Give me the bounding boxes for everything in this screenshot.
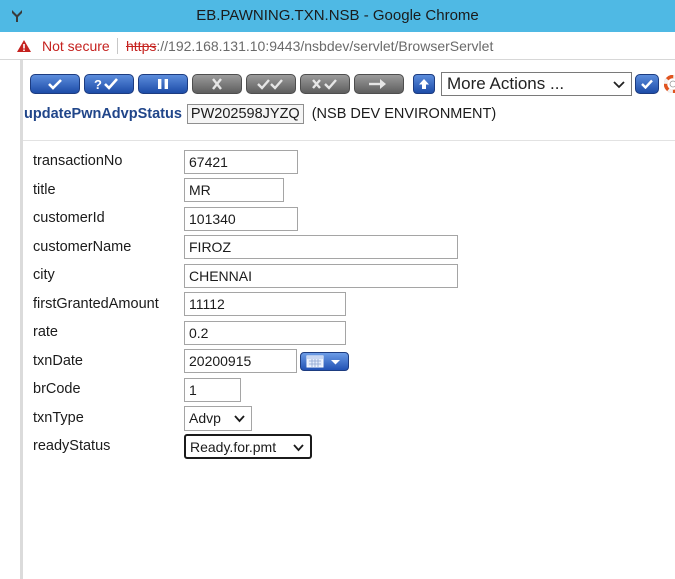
address-bar[interactable]: Not secure https://192.168.131.10:9443/n… (0, 32, 675, 60)
field-label-firstGrantedAmount: firstGrantedAmount (33, 296, 159, 312)
field-label-txnDate: txnDate (33, 353, 83, 369)
field-label-rate: rate (33, 324, 58, 340)
hold-button[interactable] (138, 74, 188, 94)
title-input[interactable]: MR (184, 178, 284, 202)
chevron-down-icon (293, 444, 304, 452)
customerName-input[interactable]: FIROZ (184, 235, 458, 259)
security-label[interactable]: Not secure (42, 38, 110, 54)
field-label-city: city (33, 267, 55, 283)
check-icon (641, 79, 653, 89)
more-actions-select[interactable]: More Actions ... (441, 72, 632, 96)
url-scheme: https (126, 38, 157, 54)
header-divider (23, 140, 675, 141)
field-label-brCode: brCode (33, 381, 81, 397)
arrow-right-icon (369, 79, 386, 89)
record-id: PW202598JYZQ (186, 104, 304, 124)
environment-label: (NSB DEV ENVIRONMENT) (311, 106, 497, 122)
commit-button[interactable] (30, 74, 80, 94)
field-label-customerName: customerName (33, 239, 132, 255)
run-action-button[interactable] (635, 74, 659, 94)
next-button[interactable] (354, 74, 404, 94)
field-label-readyStatus: readyStatus (33, 438, 111, 454)
page-frame-border (20, 60, 23, 579)
record-header: updatePwnAdvpStatus PW202598JYZQ (NSB DE… (24, 103, 496, 125)
readyStatus-value: Ready.for.pmt (190, 439, 277, 455)
validate-button[interactable]: ? (84, 74, 134, 94)
city-input[interactable]: CHENNAI (184, 264, 458, 288)
warning-icon (17, 40, 31, 52)
svg-text:?: ? (94, 77, 102, 91)
authorise-button[interactable] (246, 74, 296, 94)
transactionNo-input[interactable]: 67421 (184, 150, 298, 174)
url-path: ://192.168.131.10:9443/nsbdev/servlet/Br… (156, 38, 494, 54)
brCode-input[interactable]: 1 (184, 378, 241, 402)
upload-button[interactable] (413, 74, 435, 94)
readyStatus-select[interactable]: Ready.for.pmt (184, 434, 312, 459)
pause-icon (158, 79, 168, 89)
field-label-transactionNo: transactionNo (33, 153, 123, 169)
x-icon (212, 78, 222, 90)
txnDate-input[interactable]: 20200915 (184, 349, 297, 373)
chevron-down-icon (613, 81, 625, 89)
arrow-up-icon (419, 79, 429, 89)
address-separator (117, 38, 118, 54)
window-titlebar[interactable]: EB.PAWNING.TXN.NSB - Google Chrome (0, 0, 675, 32)
reverse-button[interactable] (300, 74, 350, 94)
question-check-icon: ? (94, 77, 118, 91)
calendar-icon (306, 355, 340, 368)
delete-button[interactable] (192, 74, 242, 94)
more-actions-label: More Actions ... (447, 74, 565, 93)
lifebuoy-icon[interactable] (664, 75, 675, 93)
url-text[interactable]: https://192.168.131.10:9443/nsbdev/servl… (126, 38, 493, 54)
firstGrantedAmount-input[interactable]: 11112 (184, 292, 346, 316)
window-title: EB.PAWNING.TXN.NSB - Google Chrome (196, 7, 479, 24)
txnType-select[interactable]: Advp (184, 406, 252, 431)
x-check-icon (312, 79, 337, 90)
application-name: updatePwnAdvpStatus (24, 106, 182, 122)
field-label-customerId: customerId (33, 210, 105, 226)
txnType-value: Advp (189, 410, 221, 426)
check-icon (48, 79, 62, 90)
field-label-txnType: txnType (33, 410, 84, 426)
customerId-input[interactable]: 101340 (184, 207, 298, 231)
chevron-down-icon (234, 415, 245, 423)
double-check-icon (257, 79, 283, 90)
rate-input[interactable]: 0.2 (184, 321, 346, 345)
date-picker-button[interactable] (300, 352, 349, 371)
field-label-title: title (33, 182, 56, 198)
